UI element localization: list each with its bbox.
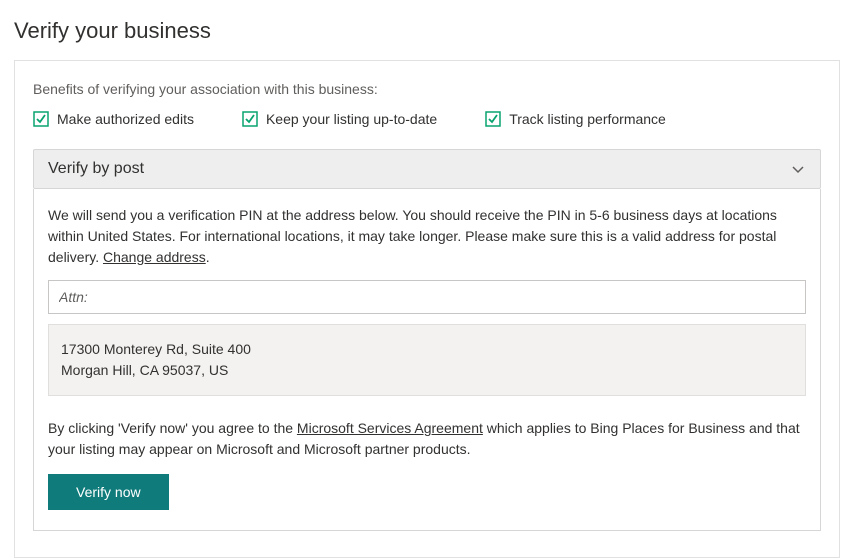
chevron-down-icon xyxy=(790,161,806,177)
verification-description: We will send you a verification PIN at t… xyxy=(48,205,806,268)
verification-panel: Benefits of verifying your association w… xyxy=(14,60,840,558)
change-address-link[interactable]: Change address xyxy=(103,249,206,265)
check-icon xyxy=(33,111,49,127)
benefit-item-edits: Make authorized edits xyxy=(33,111,194,127)
check-icon xyxy=(485,111,501,127)
benefit-text: Track listing performance xyxy=(509,111,666,127)
benefit-item-track: Track listing performance xyxy=(485,111,666,127)
benefit-text: Make authorized edits xyxy=(57,111,194,127)
benefit-item-uptodate: Keep your listing up-to-date xyxy=(242,111,437,127)
agreement-pre: By clicking 'Verify now' you agree to th… xyxy=(48,420,297,436)
check-icon xyxy=(242,111,258,127)
benefit-text: Keep your listing up-to-date xyxy=(266,111,437,127)
benefits-label: Benefits of verifying your association w… xyxy=(33,81,821,97)
verify-now-button[interactable]: Verify now xyxy=(48,474,169,510)
verify-by-post-body: We will send you a verification PIN at t… xyxy=(33,189,821,531)
page-title: Verify your business xyxy=(0,0,854,60)
address-block: 17300 Monterey Rd, Suite 400 Morgan Hill… xyxy=(48,324,806,396)
benefits-row: Make authorized edits Keep your listing … xyxy=(33,111,821,127)
verify-by-post-header[interactable]: Verify by post xyxy=(33,149,821,189)
address-line2: Morgan Hill, CA 95037, US xyxy=(61,360,793,381)
address-line1: 17300 Monterey Rd, Suite 400 xyxy=(61,339,793,360)
accordion-title: Verify by post xyxy=(48,160,144,178)
agreement-text: By clicking 'Verify now' you agree to th… xyxy=(48,418,806,460)
attn-input[interactable] xyxy=(48,280,806,314)
services-agreement-link[interactable]: Microsoft Services Agreement xyxy=(297,420,483,436)
